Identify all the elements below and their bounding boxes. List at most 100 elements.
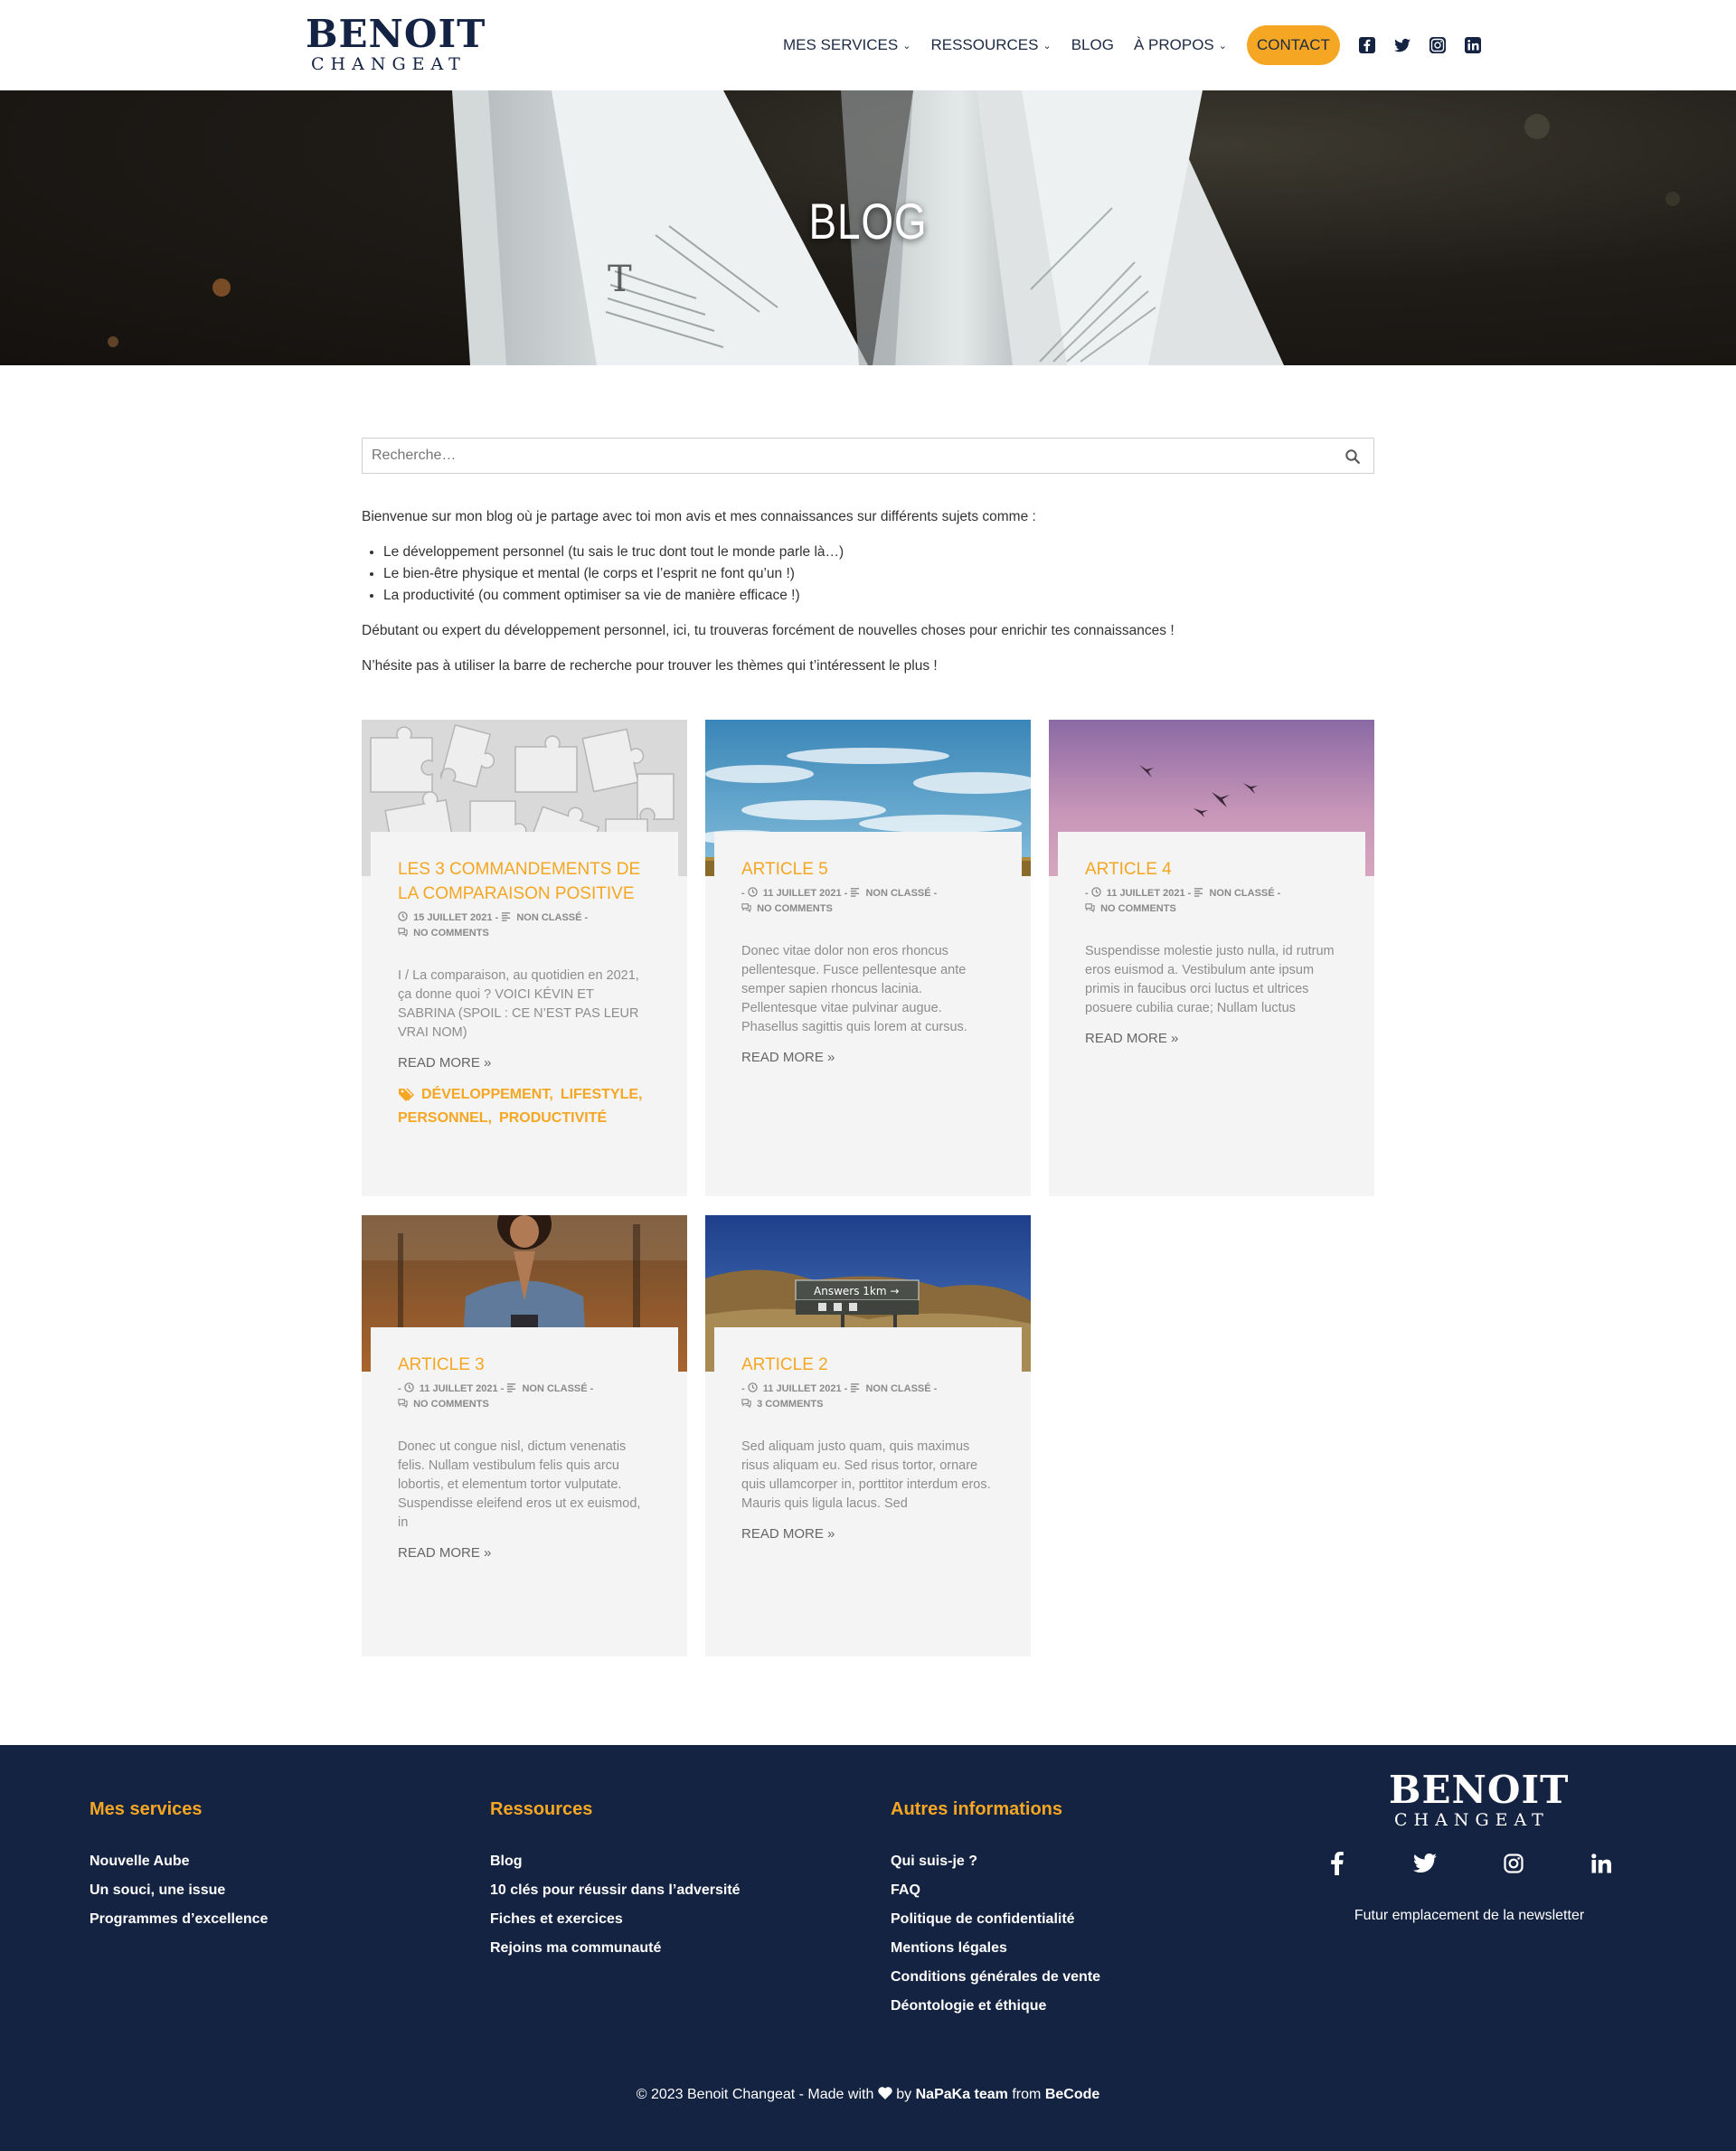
- nav-item-a-propos[interactable]: À PROPOS ⌄: [1134, 36, 1227, 54]
- contact-button[interactable]: CONTACT: [1246, 25, 1340, 65]
- twitter-icon[interactable]: [1393, 36, 1411, 54]
- post-comments[interactable]: 3 COMMENTS: [757, 1399, 823, 1410]
- footer-heading: Autres informations: [891, 1799, 1063, 1819]
- footer-logo[interactable]: BENOIT CHANGEAT: [1389, 1770, 1568, 1832]
- nav-item-label: À PROPOS: [1133, 36, 1214, 53]
- post-category[interactable]: NON CLASSÉ: [865, 888, 930, 899]
- chevron-down-icon: ⌄: [1218, 40, 1227, 52]
- facebook-icon[interactable]: [1358, 36, 1376, 54]
- footer-link[interactable]: Mentions légales: [891, 1934, 1100, 1963]
- instagram-icon[interactable]: [1502, 1852, 1525, 1875]
- clock-icon: [748, 1382, 758, 1392]
- post-card: ARTICLE 3 - 11 JUILLET 2021 - NON CLASSÉ…: [362, 1215, 687, 1656]
- footer-link[interactable]: Déontologie et éthique: [891, 1992, 1100, 2021]
- tag-link[interactable]: LIFESTYLE,: [561, 1084, 643, 1106]
- linkedin-icon[interactable]: [1590, 1852, 1613, 1875]
- post-comments[interactable]: NO COMMENTS: [1100, 903, 1176, 914]
- footer-link[interactable]: Nouvelle Aube: [90, 1847, 268, 1876]
- footer-link[interactable]: Programmes d’excellence: [90, 1905, 268, 1934]
- post-category[interactable]: NON CLASSÉ: [1209, 888, 1274, 899]
- footer-link[interactable]: FAQ: [891, 1876, 1100, 1905]
- post-date: 11 JUILLET 2021: [762, 1383, 842, 1394]
- topics-list: Le développement personnel (tu sais le t…: [383, 542, 1374, 607]
- post-meta: - 11 JUILLET 2021 - NON CLASSÉ - NO COMM…: [741, 887, 938, 914]
- page-title: BLOG: [808, 193, 928, 250]
- footer-link[interactable]: Un souci, une issue: [90, 1876, 268, 1905]
- post-excerpt: Suspendisse molestie justo nulla, id rut…: [1085, 944, 1335, 1015]
- facebook-icon[interactable]: [1326, 1852, 1349, 1875]
- post-comments[interactable]: NO COMMENTS: [757, 903, 833, 914]
- post-excerpt: Sed aliquam justo quam, quis maximus ris…: [741, 1439, 991, 1511]
- post-body: LES 3 COMMANDEMENTS DE LA COMPARAISON PO…: [371, 832, 678, 1129]
- search-icon[interactable]: [1344, 448, 1361, 465]
- intro-paragraph: Débutant ou expert du développement pers…: [362, 623, 1175, 638]
- footer-link[interactable]: Rejoins ma communauté: [490, 1934, 741, 1963]
- search-input[interactable]: [363, 439, 1373, 473]
- footer-link[interactable]: Qui suis-je ?: [891, 1847, 1100, 1876]
- post-excerpt: Donec ut congue nisl, dictum venenatis f…: [398, 1439, 641, 1530]
- copyright: © 2023 Benoit Changeat - Made with by Na…: [0, 2087, 1736, 2103]
- footer-link[interactable]: 10 clés pour réussir dans l’adversité: [490, 1876, 741, 1905]
- svg-text:T: T: [608, 259, 632, 300]
- search-bar: [362, 438, 1374, 474]
- newsletter-placeholder: Futur emplacement de la newsletter: [1354, 1908, 1585, 1923]
- read-more-link[interactable]: READ MORE »: [398, 1055, 491, 1071]
- tag-link[interactable]: DÉVELOPPEMENT,: [421, 1084, 553, 1106]
- copyright-from: from: [1012, 2087, 1042, 2102]
- footer-link[interactable]: Politique de confidentialité: [891, 1905, 1100, 1934]
- read-more-link[interactable]: READ MORE »: [741, 1050, 835, 1065]
- nav-item-blog[interactable]: BLOG: [1071, 36, 1114, 54]
- instagram-icon[interactable]: [1429, 36, 1447, 54]
- tag-link[interactable]: PERSONNEL,: [398, 1108, 492, 1129]
- main-nav: MES SERVICES ⌄ RESSOURCES ⌄ BLOG À PROPO…: [783, 25, 1482, 65]
- copyright-text: © 2023 Benoit Changeat - Made with: [636, 2087, 874, 2102]
- read-more-link[interactable]: READ MORE »: [398, 1545, 491, 1561]
- nav-item-label: BLOG: [1071, 36, 1114, 53]
- read-more-link[interactable]: READ MORE »: [741, 1526, 835, 1542]
- twitter-icon[interactable]: [1413, 1852, 1438, 1875]
- footer-link[interactable]: Conditions générales de vente: [891, 1963, 1100, 1992]
- site-logo[interactable]: BENOIT CHANGEAT: [306, 14, 485, 76]
- nav-item-ressources[interactable]: RESSOURCES ⌄: [930, 36, 1051, 54]
- category-icon: [851, 1383, 860, 1392]
- chevron-down-icon: ⌄: [902, 40, 911, 52]
- post-category[interactable]: NON CLASSÉ: [865, 1383, 930, 1394]
- post-title-link[interactable]: ARTICLE 2: [741, 1353, 995, 1377]
- header-social-links: [1358, 36, 1482, 54]
- post-title-link[interactable]: ARTICLE 4: [1085, 857, 1338, 882]
- post-title-link[interactable]: LES 3 COMMANDEMENTS DE LA COMPARAISON PO…: [398, 857, 651, 906]
- post-comments[interactable]: NO COMMENTS: [413, 1399, 489, 1410]
- intro-lead: Bienvenue sur mon blog où je partage ave…: [362, 509, 1036, 524]
- footer-heading: Ressources: [490, 1799, 593, 1819]
- post-body: ARTICLE 3 - 11 JUILLET 2021 - NON CLASSÉ…: [371, 1327, 678, 1561]
- footer-link[interactable]: Blog: [490, 1847, 741, 1876]
- list-item: Le développement personnel (tu sais le t…: [383, 542, 1374, 563]
- nav-item-mes-services[interactable]: MES SERVICES ⌄: [783, 36, 910, 54]
- becode-link[interactable]: BeCode: [1045, 2087, 1099, 2102]
- category-icon: [507, 1383, 516, 1392]
- copyright-by: by: [896, 2087, 912, 2102]
- post-excerpt: I / La comparaison, au quotidien en 2021…: [398, 968, 639, 1040]
- post-meta: - 11 JUILLET 2021 - NON CLASSÉ - NO COMM…: [1085, 887, 1281, 914]
- post-category[interactable]: NON CLASSÉ: [522, 1383, 587, 1394]
- post-title-link[interactable]: ARTICLE 3: [398, 1353, 651, 1377]
- logo-wordmark-bottom: CHANGEAT: [311, 54, 467, 74]
- team-link[interactable]: NaPaKa team: [916, 2087, 1008, 2102]
- linkedin-icon[interactable]: [1464, 36, 1482, 54]
- footer-social-links: [1326, 1852, 1613, 1875]
- category-icon: [851, 888, 860, 897]
- comments-icon: [398, 1399, 408, 1408]
- intro-paragraph: N’hésite pas à utiliser la barre de rech…: [362, 658, 938, 674]
- footer-heading: Mes services: [90, 1799, 203, 1819]
- post-comments[interactable]: NO COMMENTS: [413, 928, 489, 939]
- footer-col-autres: Autres informations Qui suis-je ? FAQ Po…: [891, 1799, 1100, 2021]
- list-item: Le bien-être physique et mental (le corp…: [383, 563, 1374, 585]
- post-title-link[interactable]: ARTICLE 5: [741, 857, 995, 882]
- tag-link[interactable]: PRODUCTIVITÉ: [499, 1108, 607, 1129]
- post-card: Answers 1km → ARTICLE 2 - 11 JUILLET 202…: [705, 1215, 1031, 1656]
- read-more-link[interactable]: READ MORE »: [1085, 1031, 1178, 1046]
- footer-link[interactable]: Fiches et exercices: [490, 1905, 741, 1934]
- post-date: 11 JUILLET 2021: [1106, 888, 1185, 899]
- comments-icon: [741, 903, 751, 912]
- post-category[interactable]: NON CLASSÉ: [516, 912, 581, 923]
